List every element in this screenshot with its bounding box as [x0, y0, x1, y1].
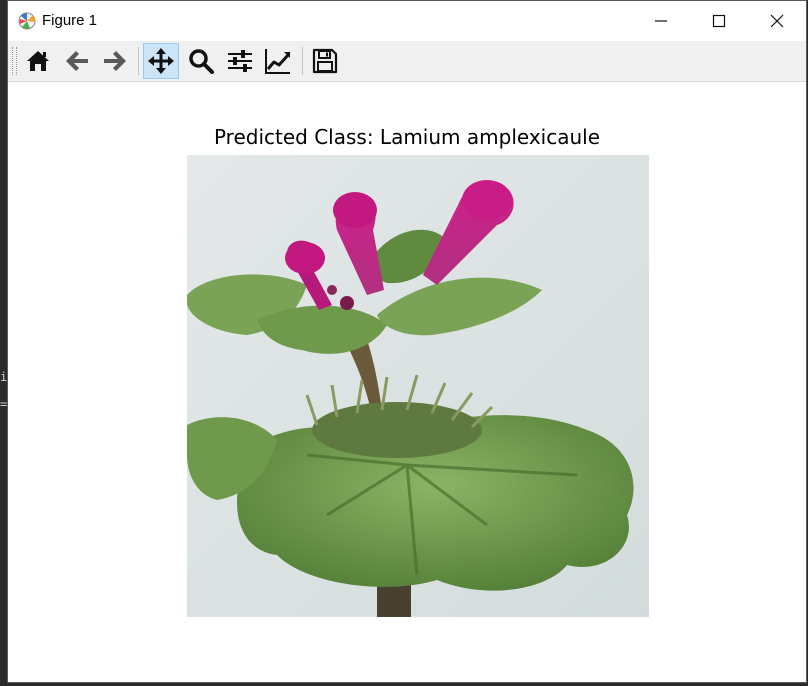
home-button[interactable]: [20, 43, 56, 79]
navigation-toolbar: [8, 41, 806, 82]
matplotlib-logo-icon: [18, 12, 36, 30]
close-icon: [770, 14, 784, 28]
figure-canvas[interactable]: Predicted Class: Lamium amplexicaule: [8, 82, 806, 682]
floppy-disk-icon: [312, 48, 338, 74]
arrow-right-icon: [104, 51, 126, 71]
window-title: Figure 1: [42, 12, 98, 29]
configure-subplots-button[interactable]: [222, 43, 258, 79]
sliders-icon: [228, 50, 252, 72]
minimize-icon: [655, 20, 667, 22]
back-button[interactable]: [59, 43, 95, 79]
toolbar-grip[interactable]: [12, 47, 17, 75]
home-icon: [27, 51, 49, 71]
forward-button[interactable]: [97, 43, 133, 79]
save-button[interactable]: [307, 43, 343, 79]
customize-button[interactable]: [260, 43, 296, 79]
close-button[interactable]: [748, 1, 806, 41]
toolbar-separator: [302, 47, 303, 75]
plant-image: [187, 155, 649, 617]
figure-window: Figure 1 Predicted Class: Lamium amplexi…: [7, 0, 807, 683]
plant-photo: [187, 155, 649, 617]
move-icon: [148, 48, 174, 74]
line-chart-icon: [265, 49, 291, 74]
plot-title: Predicted Class: Lamium amplexicaule: [213, 125, 601, 149]
zoom-button[interactable]: [183, 43, 219, 79]
title-bar[interactable]: Figure 1: [8, 1, 806, 41]
minimize-button[interactable]: [632, 1, 690, 41]
arrow-left-icon: [66, 51, 88, 71]
magnifier-icon: [189, 49, 214, 74]
maximize-button[interactable]: [690, 1, 748, 41]
maximize-icon: [712, 14, 726, 28]
toolbar-separator: [138, 47, 139, 75]
pan-button[interactable]: [143, 43, 179, 79]
